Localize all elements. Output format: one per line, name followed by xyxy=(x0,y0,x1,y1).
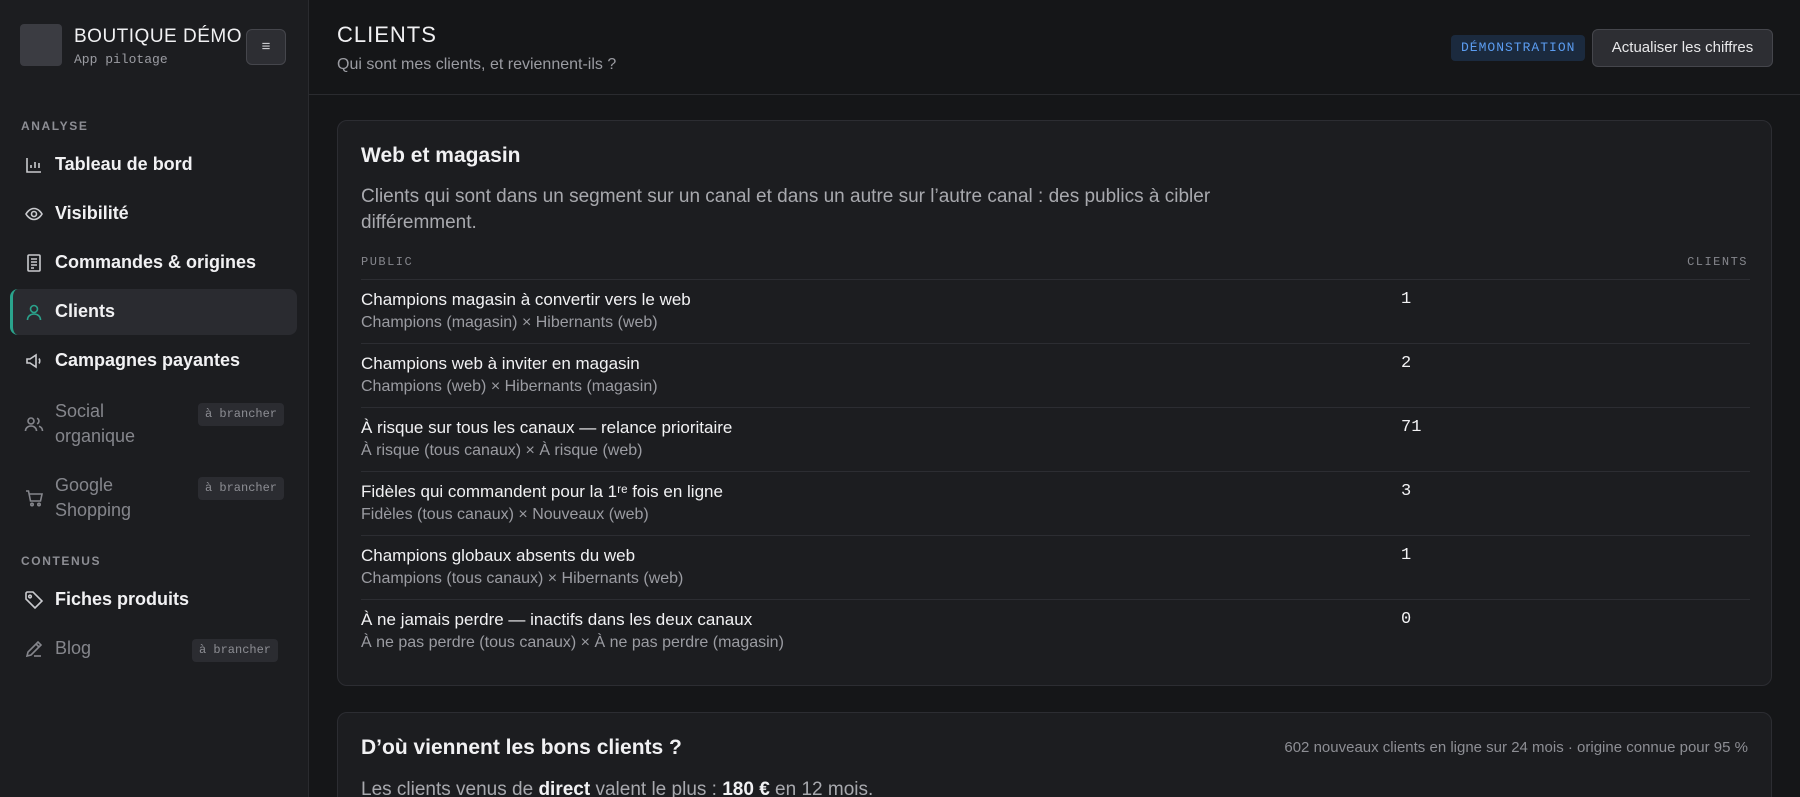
sidebar-item-clients[interactable]: Clients xyxy=(10,289,297,335)
row-count: 3 xyxy=(1401,482,1412,501)
status-badge: à brancher xyxy=(198,477,284,500)
users-icon xyxy=(24,417,44,432)
sidebar-item-label: Tableau de bord xyxy=(55,154,193,174)
table-row: Fidèles qui commandent pour la 1ʳᵉ fois … xyxy=(361,471,1750,535)
sidebar-item-visibilite[interactable]: Visibilité xyxy=(10,191,297,237)
sidebar-item-fiches-produits[interactable]: Fiches produits xyxy=(10,577,297,623)
row-title: À risque sur tous les canaux — relance p… xyxy=(361,418,733,437)
user-icon xyxy=(26,304,42,321)
menu-toggle-button[interactable]: ≡ xyxy=(246,29,286,65)
card-title: D’où viennent les bons clients ? xyxy=(361,736,682,759)
table-row: Champions globaux absents du web Champio… xyxy=(361,535,1750,599)
table-row: Champions web à inviter en magasin Champ… xyxy=(361,343,1750,407)
status-badge: à brancher xyxy=(198,403,284,426)
row-title: Champions web à inviter en magasin xyxy=(361,354,640,373)
sidebar-item-label: Clients xyxy=(55,301,116,321)
table-row: Champions magasin à convertir vers le we… xyxy=(361,279,1750,343)
brand-subtitle: App pilotage xyxy=(74,52,168,67)
sidebar-item-tableau-de-bord[interactable]: Tableau de bord xyxy=(10,142,297,188)
sidebar-item-commandes[interactable]: Commandes & origines xyxy=(10,240,297,286)
sidebar-item-label: Social organique xyxy=(55,401,136,446)
tag-icon xyxy=(25,591,44,610)
table-row: À risque sur tous les canaux — relance p… xyxy=(361,407,1750,471)
summary-suffix: en 12 mois. xyxy=(769,779,874,797)
sidebar-item-google-shopping[interactable]: Google Shopping à brancher xyxy=(10,472,297,524)
card-description: Clients qui sont dans un segment sur un … xyxy=(361,186,1211,233)
row-count: 1 xyxy=(1401,290,1412,309)
card-summary: Les clients venus de direct valent le pl… xyxy=(361,779,873,797)
row-subtitle: À risque (tous canaux) × À risque (web) xyxy=(361,442,643,459)
sidebar-item-label: Google Shopping xyxy=(55,475,132,520)
row-title: Champions globaux absents du web xyxy=(361,546,636,565)
column-header-public: PUBLIC xyxy=(361,255,414,269)
row-subtitle: Champions (tous canaux) × Hibernants (we… xyxy=(361,570,684,587)
summary-middle: valent le plus : xyxy=(590,779,723,797)
row-title: Champions magasin à convertir vers le we… xyxy=(361,290,691,309)
sidebar-item-social-organique[interactable]: Social organique à brancher xyxy=(10,398,297,450)
row-title: À ne jamais perdre — inactifs dans les d… xyxy=(361,610,753,629)
hamburger-icon: ≡ xyxy=(261,38,271,55)
row-subtitle: Champions (web) × Hibernants (magasin) xyxy=(361,378,658,395)
card-title: Web et magasin xyxy=(361,144,521,167)
refresh-button[interactable]: Actualiser les chiffres xyxy=(1592,29,1773,67)
status-badge: à brancher xyxy=(192,639,279,662)
origin-card: D’où viennent les bons clients ? 602 nou… xyxy=(337,712,1772,797)
row-count: 2 xyxy=(1401,354,1412,373)
column-header-clients: CLIENTS xyxy=(1687,255,1748,269)
pen-icon xyxy=(25,640,43,658)
sidebar-item-label: Commandes & origines xyxy=(55,252,257,272)
demo-badge: DÉMONSTRATION xyxy=(1451,35,1586,61)
brand-name: BOUTIQUE DÉMO xyxy=(74,26,243,47)
row-subtitle: Fidèles (tous canaux) × Nouveaux (web) xyxy=(361,506,649,523)
sidebar-item-blog[interactable]: Blog à brancher xyxy=(10,626,297,672)
summary-value: 180 € xyxy=(722,779,770,797)
table-row: À ne jamais perdre — inactifs dans les d… xyxy=(361,599,1750,663)
row-count: 0 xyxy=(1401,610,1412,629)
row-title: Fidèles qui commandent pour la 1ʳᵉ fois … xyxy=(361,482,723,501)
summary-channel: direct xyxy=(538,779,591,797)
page-subtitle: Qui sont mes clients, et reviennent-ils … xyxy=(337,56,617,73)
sidebar-item-label: Fiches produits xyxy=(55,589,190,609)
bar-chart-icon xyxy=(26,158,41,173)
page-header: CLIENTS Qui sont mes clients, et revienn… xyxy=(309,0,1800,95)
row-count: 1 xyxy=(1401,546,1412,565)
sidebar: BOUTIQUE DÉMO App pilotage ≡ ANALYSE Tab… xyxy=(0,0,309,797)
sidebar-item-label: Blog xyxy=(55,638,92,658)
cart-icon xyxy=(26,490,43,507)
section-title-contenus: CONTENUS xyxy=(21,554,102,568)
row-subtitle: Champions (magasin) × Hibernants (web) xyxy=(361,314,658,331)
sidebar-item-campagnes[interactable]: Campagnes payantes xyxy=(10,338,297,384)
section-title-analyse: ANALYSE xyxy=(21,119,89,133)
card-meta: 602 nouveaux clients en ligne sur 24 moi… xyxy=(1284,739,1748,756)
row-subtitle: À ne pas perdre (tous canaux) × À ne pas… xyxy=(361,634,784,651)
eye-icon xyxy=(25,207,43,221)
summary-prefix: Les clients venus de xyxy=(361,779,539,797)
page-title: CLIENTS xyxy=(337,22,437,47)
row-count: 71 xyxy=(1401,418,1422,437)
sidebar-item-label: Visibilité xyxy=(55,203,129,223)
sidebar-item-label: Campagnes payantes xyxy=(55,350,241,370)
web-magasin-card: Web et magasin Clients qui sont dans un … xyxy=(337,120,1772,686)
receipt-icon xyxy=(27,254,41,272)
brand-logo xyxy=(20,24,62,66)
megaphone-icon xyxy=(26,353,41,369)
